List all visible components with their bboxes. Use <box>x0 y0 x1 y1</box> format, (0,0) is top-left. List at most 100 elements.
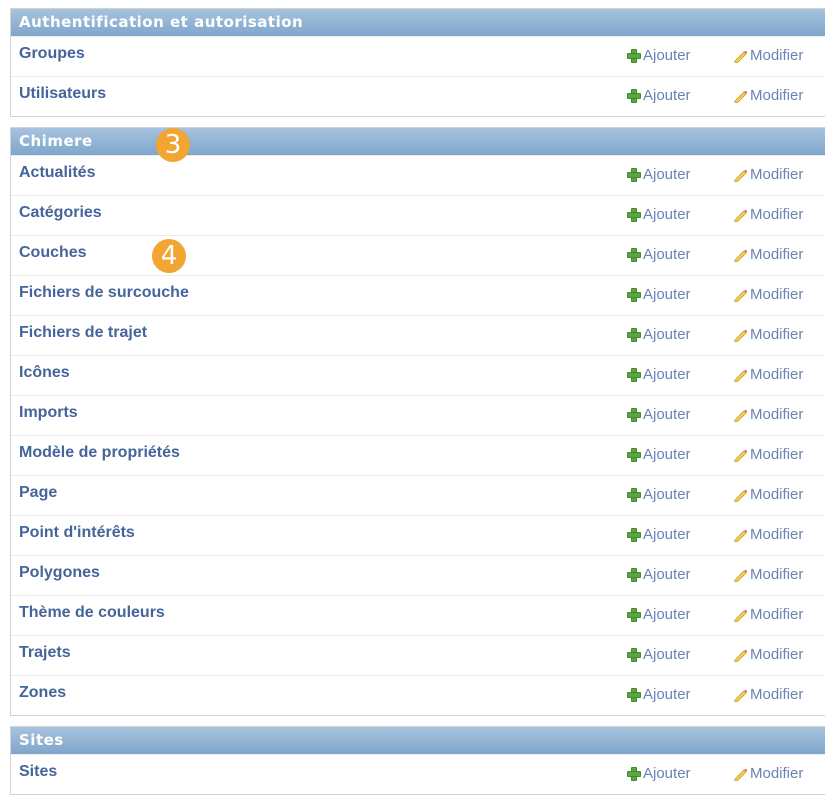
change-link[interactable]: Modifier <box>732 486 803 503</box>
module-header[interactable]: Sites <box>11 727 825 754</box>
change-link[interactable]: Modifier <box>732 246 803 263</box>
model-row: Polygones Ajouter Modifier <box>11 555 825 595</box>
change-link[interactable]: Modifier <box>732 87 803 104</box>
pencil-icon <box>733 768 748 781</box>
plus-icon <box>627 567 641 582</box>
change-link[interactable]: Modifier <box>732 206 803 223</box>
change-label: Modifier <box>750 206 804 223</box>
model-link-actualites[interactable]: Actualités <box>19 164 95 182</box>
add-link[interactable]: Ajouter <box>627 765 691 782</box>
add-link[interactable]: Ajouter <box>627 286 691 303</box>
model-row: Fichiers de surcouche Ajouter Modifier <box>11 275 825 315</box>
add-link[interactable]: Ajouter <box>627 446 691 463</box>
add-link[interactable]: Ajouter <box>627 206 691 223</box>
plus-icon <box>627 207 641 222</box>
add-link[interactable]: Ajouter <box>627 606 691 623</box>
add-label: Ajouter <box>643 286 691 303</box>
model-link-trajets[interactable]: Trajets <box>19 644 71 662</box>
model-link-zones[interactable]: Zones <box>19 684 66 702</box>
model-row: Modèle de propriétés Ajouter Modifier <box>11 435 825 475</box>
add-link[interactable]: Ajouter <box>627 406 691 423</box>
add-link[interactable]: Ajouter <box>627 566 691 583</box>
model-row: Actualités Ajouter Modifier <box>11 155 825 195</box>
model-link-page[interactable]: Page <box>19 484 57 502</box>
change-link[interactable]: Modifier <box>732 286 803 303</box>
module-sites: Sites Sites Ajouter Modifier <box>10 726 825 795</box>
model-link-imports[interactable]: Imports <box>19 404 78 422</box>
add-link[interactable]: Ajouter <box>627 47 691 64</box>
add-link[interactable]: Ajouter <box>627 166 691 183</box>
model-link-point-d-interets[interactable]: Point d'intérêts <box>19 524 135 542</box>
add-label: Ajouter <box>643 366 691 383</box>
plus-icon <box>627 607 641 622</box>
change-link[interactable]: Modifier <box>732 686 803 703</box>
pencil-icon <box>733 529 748 542</box>
model-row: Couches Ajouter Modifier <box>11 235 825 275</box>
change-label: Modifier <box>750 286 804 303</box>
add-link[interactable]: Ajouter <box>627 366 691 383</box>
plus-icon <box>627 367 641 382</box>
plus-icon <box>627 687 641 702</box>
change-link[interactable]: Modifier <box>732 47 803 64</box>
add-link[interactable]: Ajouter <box>627 87 691 104</box>
change-link[interactable]: Modifier <box>732 566 803 583</box>
model-link-theme-de-couleurs[interactable]: Thème de couleurs <box>19 604 165 622</box>
add-label: Ajouter <box>643 566 691 583</box>
pencil-icon <box>733 50 748 63</box>
change-link[interactable]: Modifier <box>732 406 803 423</box>
change-link[interactable]: Modifier <box>732 366 803 383</box>
plus-icon <box>627 247 641 262</box>
add-link[interactable]: Ajouter <box>627 526 691 543</box>
add-label: Ajouter <box>643 686 691 703</box>
model-link-fichiers-de-surcouche[interactable]: Fichiers de surcouche <box>19 284 189 302</box>
plus-icon <box>627 647 641 662</box>
add-link[interactable]: Ajouter <box>627 646 691 663</box>
model-link-couches[interactable]: Couches <box>19 244 87 262</box>
model-row: Thème de couleurs Ajouter Modifier <box>11 595 825 635</box>
add-link[interactable]: Ajouter <box>627 486 691 503</box>
change-label: Modifier <box>750 526 804 543</box>
change-link[interactable]: Modifier <box>732 166 803 183</box>
change-link[interactable]: Modifier <box>732 526 803 543</box>
change-label: Modifier <box>750 366 804 383</box>
pencil-icon <box>733 649 748 662</box>
model-link-utilisateurs[interactable]: Utilisateurs <box>19 85 106 103</box>
model-row: Fichiers de trajet Ajouter Modifier <box>11 315 825 355</box>
module-chimere: Chimere Actualités Ajouter Modifier Catégori… <box>10 127 825 716</box>
model-row: Trajets Ajouter Modifier <box>11 635 825 675</box>
add-label: Ajouter <box>643 606 691 623</box>
pencil-icon <box>733 369 748 382</box>
pencil-icon <box>733 289 748 302</box>
change-label: Modifier <box>750 446 804 463</box>
model-link-fichiers-de-trajet[interactable]: Fichiers de trajet <box>19 324 147 342</box>
change-link[interactable]: Modifier <box>732 765 803 782</box>
change-link[interactable]: Modifier <box>732 446 803 463</box>
change-link[interactable]: Modifier <box>732 326 803 343</box>
module-header[interactable]: Chimere <box>11 128 825 155</box>
add-link[interactable]: Ajouter <box>627 246 691 263</box>
add-link[interactable]: Ajouter <box>627 326 691 343</box>
change-link[interactable]: Modifier <box>732 646 803 663</box>
model-link-icones[interactable]: Icônes <box>19 364 70 382</box>
model-link-groupes[interactable]: Groupes <box>19 45 85 63</box>
model-link-modele-de-proprietes[interactable]: Modèle de propriétés <box>19 444 180 462</box>
model-row: Imports Ajouter Modifier <box>11 395 825 435</box>
add-label: Ajouter <box>643 206 691 223</box>
pencil-icon <box>733 249 748 262</box>
module-header[interactable]: Authentification et autorisation <box>11 9 825 36</box>
pencil-icon <box>733 449 748 462</box>
model-row: Catégories Ajouter Modifier <box>11 195 825 235</box>
change-label: Modifier <box>750 87 804 104</box>
add-label: Ajouter <box>643 246 691 263</box>
change-label: Modifier <box>750 606 804 623</box>
add-link[interactable]: Ajouter <box>627 686 691 703</box>
model-row: Utilisateurs Ajouter Modifier <box>11 76 825 116</box>
change-link[interactable]: Modifier <box>732 606 803 623</box>
change-label: Modifier <box>750 646 804 663</box>
model-link-categories[interactable]: Catégories <box>19 204 102 222</box>
model-link-sites[interactable]: Sites <box>19 763 57 781</box>
annotation-badge-4: 4 <box>152 239 186 273</box>
change-label: Modifier <box>750 566 804 583</box>
module-authentification-et-autorisation: Authentification et autorisation Groupes A… <box>10 8 825 117</box>
model-link-polygones[interactable]: Polygones <box>19 564 100 582</box>
